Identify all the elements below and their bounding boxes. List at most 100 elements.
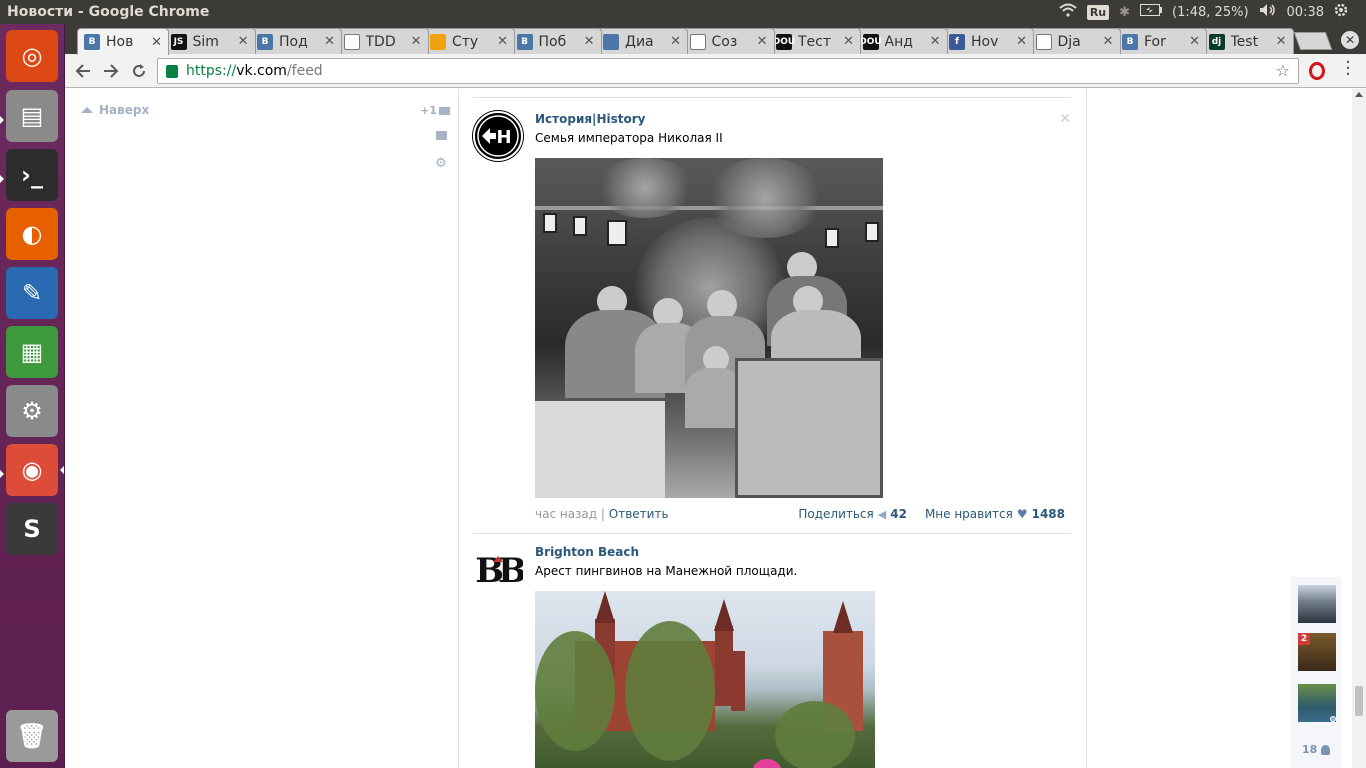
unity-launcher: ◎ ▤ ›_ ◐ ✎ ▦ ⚙ ◉ S 🗑 xyxy=(0,24,65,768)
back-arrow-icon xyxy=(75,64,90,78)
friend-avatar[interactable] xyxy=(1298,684,1336,722)
tab-close-icon[interactable]: ✕ xyxy=(324,34,335,49)
bookmark-star-icon[interactable]: ☆ xyxy=(1276,61,1290,80)
browser-tab[interactable]: В Под ✕ xyxy=(250,28,342,54)
keyboard-layout-indicator[interactable]: Ru xyxy=(1086,4,1110,20)
friend-avatar[interactable] xyxy=(1298,585,1336,623)
reload-button[interactable] xyxy=(127,59,151,83)
url-scheme: https:// xyxy=(186,63,237,79)
trash-icon[interactable]: 🗑 xyxy=(6,710,58,762)
tab-close-icon[interactable]: ✕ xyxy=(930,34,941,49)
online-indicator xyxy=(1330,716,1336,722)
ubuntu-dash-icon[interactable]: ◎ xyxy=(6,30,58,82)
tab-close-icon[interactable]: ✕ xyxy=(497,34,508,49)
tab-close-icon[interactable]: ✕ xyxy=(757,34,768,49)
battery-icon[interactable] xyxy=(1140,4,1163,20)
browser-tab[interactable]: Сту ✕ xyxy=(423,28,515,54)
community-avatar[interactable]: H xyxy=(473,111,523,161)
share-count[interactable]: 42 xyxy=(890,507,907,521)
like-button[interactable]: Мне нравится xyxy=(925,507,1013,521)
community-avatar[interactable]: BB xyxy=(473,544,523,594)
chat-bubble-icon[interactable] xyxy=(436,131,447,140)
browser-tab[interactable]: JS Sim ✕ xyxy=(163,28,256,54)
chrome-menu-button[interactable]: · · · xyxy=(1343,54,1353,84)
tab-close-icon[interactable]: ✕ xyxy=(238,34,249,49)
share-button[interactable]: Поделиться xyxy=(798,507,873,521)
opera-extension-icon[interactable] xyxy=(1309,62,1325,80)
battery-status[interactable]: (1:48, 25%) xyxy=(1172,5,1249,20)
tab-close-icon[interactable]: ✕ xyxy=(1189,34,1200,49)
files-icon[interactable]: ▤ xyxy=(6,90,58,142)
hide-post-icon[interactable]: ✕ xyxy=(1059,111,1071,127)
moscow-photo-image xyxy=(535,591,875,768)
heart-icon[interactable]: ♥ xyxy=(1017,507,1028,521)
browser-tab[interactable]: TDD ✕ xyxy=(336,28,429,54)
post-divider xyxy=(473,533,1071,534)
browser-toolbar: https:// vk.com /feed ☆ · · · xyxy=(65,54,1366,88)
messages-counter[interactable]: +1 xyxy=(420,104,450,117)
post-text: Семья императора Николая II xyxy=(535,131,723,145)
tab-label: Sim xyxy=(192,33,219,50)
clock[interactable]: 00:38 xyxy=(1287,5,1324,20)
post-time[interactable]: час назад xyxy=(535,507,597,521)
browser-tab[interactable]: В For ✕ xyxy=(1115,28,1207,54)
firefox-icon[interactable]: ◐ xyxy=(6,208,58,260)
chrome-icon[interactable]: ◉ xyxy=(6,444,58,496)
browser-tab[interactable]: dj Test ✕ xyxy=(1201,28,1294,54)
terminal-icon[interactable]: ›_ xyxy=(6,149,58,201)
post-photo[interactable] xyxy=(535,158,883,498)
browser-tab[interactable]: DOU Анд ✕ xyxy=(855,28,948,54)
browser-tab[interactable]: В Нов ✕ xyxy=(77,28,169,55)
scroll-to-top-link[interactable]: Наверх xyxy=(81,103,149,117)
scroll-up-arrow-icon[interactable] xyxy=(1355,92,1363,97)
friend-avatar[interactable]: 2 xyxy=(1298,633,1336,671)
browser-tab[interactable]: Диа ✕ xyxy=(596,28,688,54)
tab-favicon-icon xyxy=(603,33,619,50)
tab-label: Hov xyxy=(971,33,999,50)
tab-favicon-icon xyxy=(689,33,706,50)
post-author-link[interactable]: История|History xyxy=(535,112,645,126)
post-meta: час назад | Ответить xyxy=(535,507,669,521)
system-settings-icon[interactable]: ⚙ xyxy=(6,385,58,437)
tab-close-icon[interactable]: ✕ xyxy=(843,34,854,49)
volume-icon[interactable] xyxy=(1259,3,1277,21)
tab-close-icon[interactable]: ✕ xyxy=(1276,34,1287,49)
bluetooth-icon[interactable]: ✱ xyxy=(1119,5,1130,20)
tab-label: TDD xyxy=(365,33,396,50)
tab-close-icon[interactable]: ✕ xyxy=(151,35,162,50)
like-count[interactable]: 1488 xyxy=(1032,507,1065,521)
new-tab-button[interactable] xyxy=(1293,32,1333,50)
settings-gear-icon[interactable]: ⚙ xyxy=(435,156,447,171)
back-button[interactable] xyxy=(71,59,95,83)
news-feed: H История|History Семья императора Никол… xyxy=(458,89,1087,768)
post-photo[interactable] xyxy=(535,591,875,768)
address-bar[interactable]: https:// vk.com /feed ☆ xyxy=(157,58,1299,84)
window-close-button[interactable]: ✕ xyxy=(1341,31,1359,49)
tab-close-icon[interactable]: ✕ xyxy=(584,34,595,49)
forward-button[interactable] xyxy=(99,59,123,83)
browser-tab[interactable]: f Hov ✕ xyxy=(942,28,1034,54)
tab-label: Под xyxy=(279,33,308,50)
sublime-text-icon-glyph: S xyxy=(23,515,41,543)
megaphone-icon[interactable]: ◀ xyxy=(878,508,886,521)
browser-tab[interactable]: Соз ✕ xyxy=(682,28,775,54)
page-scrollbar[interactable] xyxy=(1352,89,1366,768)
reply-link[interactable]: Ответить xyxy=(609,507,669,521)
tab-close-icon[interactable]: ✕ xyxy=(1016,34,1027,49)
scrollbar-thumb[interactable] xyxy=(1355,686,1363,716)
meta-separator: | xyxy=(600,507,609,521)
lock-icon[interactable] xyxy=(166,64,178,78)
writer-icon[interactable]: ✎ xyxy=(6,267,58,319)
calc-icon[interactable]: ▦ xyxy=(6,326,58,378)
tab-close-icon[interactable]: ✕ xyxy=(1103,34,1114,49)
tab-close-icon[interactable]: ✕ xyxy=(670,34,681,49)
browser-tab[interactable]: Dja ✕ xyxy=(1028,28,1121,54)
sublime-text-icon[interactable]: S xyxy=(6,503,58,555)
browser-tab[interactable]: DOU Тест ✕ xyxy=(769,28,861,54)
post-author-link[interactable]: Brighton Beach xyxy=(535,545,639,559)
browser-tab[interactable]: В Поб ✕ xyxy=(509,28,602,54)
online-friends-count[interactable]: 18 xyxy=(1302,743,1331,756)
wifi-icon[interactable] xyxy=(1059,3,1077,21)
power-gear-icon[interactable] xyxy=(1334,3,1348,21)
tab-close-icon[interactable]: ✕ xyxy=(411,34,422,49)
